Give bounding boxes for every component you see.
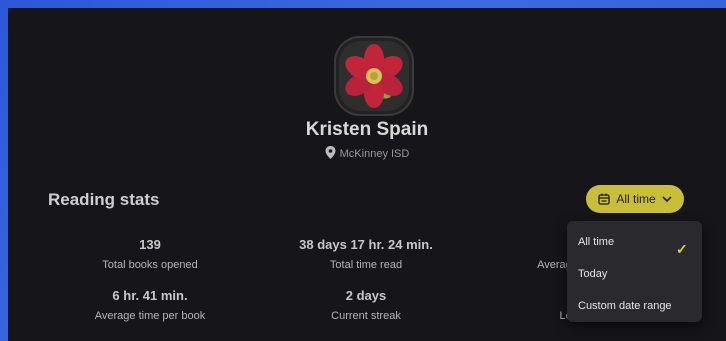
location: McKinney ISD bbox=[8, 146, 726, 160]
stat-current-streak: 2 days Current streak bbox=[266, 288, 466, 322]
section-title: Reading stats bbox=[48, 190, 160, 209]
location-pin-icon bbox=[325, 146, 336, 159]
flower-icon bbox=[339, 41, 409, 111]
menu-item-custom-range[interactable]: Custom date range bbox=[578, 300, 672, 312]
checkmark-icon: ✓ bbox=[676, 241, 688, 257]
stat-value: 139 bbox=[139, 237, 161, 252]
stat-total-books: 139 Total books opened bbox=[50, 237, 250, 271]
profile-panel: Kristen Spain McKinney ISD Reading stats… bbox=[8, 8, 726, 341]
avatar bbox=[334, 36, 414, 116]
date-range-menu: All time ✓ Today Custom date range bbox=[567, 221, 702, 322]
menu-item-all-time[interactable]: All time bbox=[578, 236, 614, 248]
stat-total-time: 38 days 17 hr. 24 min. Total time read bbox=[266, 237, 466, 271]
menu-item-today[interactable]: Today bbox=[578, 268, 607, 280]
stat-label: Current streak bbox=[331, 310, 401, 322]
date-range-button[interactable]: All time bbox=[586, 185, 684, 213]
stat-value: 38 days 17 hr. 24 min. bbox=[299, 237, 433, 252]
calendar-icon bbox=[598, 193, 610, 205]
stat-value: 6 hr. 41 min. bbox=[112, 288, 188, 303]
stat-label: Total books opened bbox=[102, 259, 198, 271]
chevron-down-icon bbox=[662, 195, 672, 202]
date-range-label: All time bbox=[616, 192, 656, 206]
stat-average-per-book: 6 hr. 41 min. Average time per book bbox=[50, 288, 250, 322]
location-label: McKinney ISD bbox=[339, 148, 410, 160]
user-name: Kristen Spain bbox=[305, 119, 429, 140]
stat-label: Total time read bbox=[329, 259, 403, 271]
stat-label: Average time per book bbox=[94, 310, 206, 322]
stat-value: 2 days bbox=[345, 288, 387, 303]
